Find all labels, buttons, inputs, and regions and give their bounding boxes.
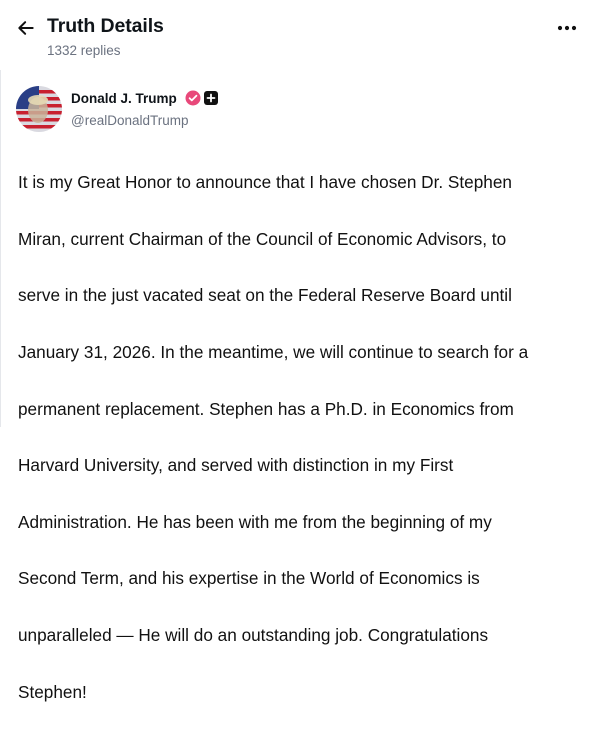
back-button[interactable]: [14, 16, 38, 40]
page-title: Truth Details: [47, 15, 164, 37]
author-name[interactable]: Donald J. Trump: [71, 91, 177, 106]
post-text-line: permanent replacement. Stephen has a Ph.…: [18, 398, 514, 419]
avatar-image: [16, 86, 62, 132]
arrow-left-icon: [18, 21, 34, 35]
verified-badge-icon: [185, 90, 201, 106]
post-text-line: Harvard University, and served with dist…: [18, 455, 454, 476]
post-text-line: It is my Great Honor to announce that I …: [18, 172, 512, 193]
author-handle[interactable]: @realDonaldTrump: [71, 113, 189, 128]
post-text-line: Miran, current Chairman of the Council o…: [18, 228, 507, 249]
post-text-line: January 31, 2026. In the meantime, we wi…: [18, 342, 529, 363]
post-text-line: Second Term, and his expertise in the Wo…: [18, 568, 480, 589]
page-header: Truth Details 1332 replies: [0, 0, 605, 68]
post-text-line: unparalleled — He will do an outstanding…: [18, 625, 489, 646]
avatar[interactable]: [16, 86, 62, 132]
post-body: It is my Great Honor to announce that I …: [18, 140, 598, 734]
more-horizontal-icon: [557, 25, 577, 31]
plus-badge-icon: [204, 91, 218, 105]
more-options-button[interactable]: [555, 18, 579, 38]
post-card: Donald J. Trump @realDonaldTrump It is m…: [0, 70, 605, 702]
post-text-line: Administration. He has been with me from…: [18, 511, 492, 532]
post-text-line: serve in the just vacated seat on the Fe…: [18, 285, 512, 306]
post-text-line: Stephen!: [18, 681, 87, 702]
reply-count: 1332 replies: [47, 43, 121, 58]
